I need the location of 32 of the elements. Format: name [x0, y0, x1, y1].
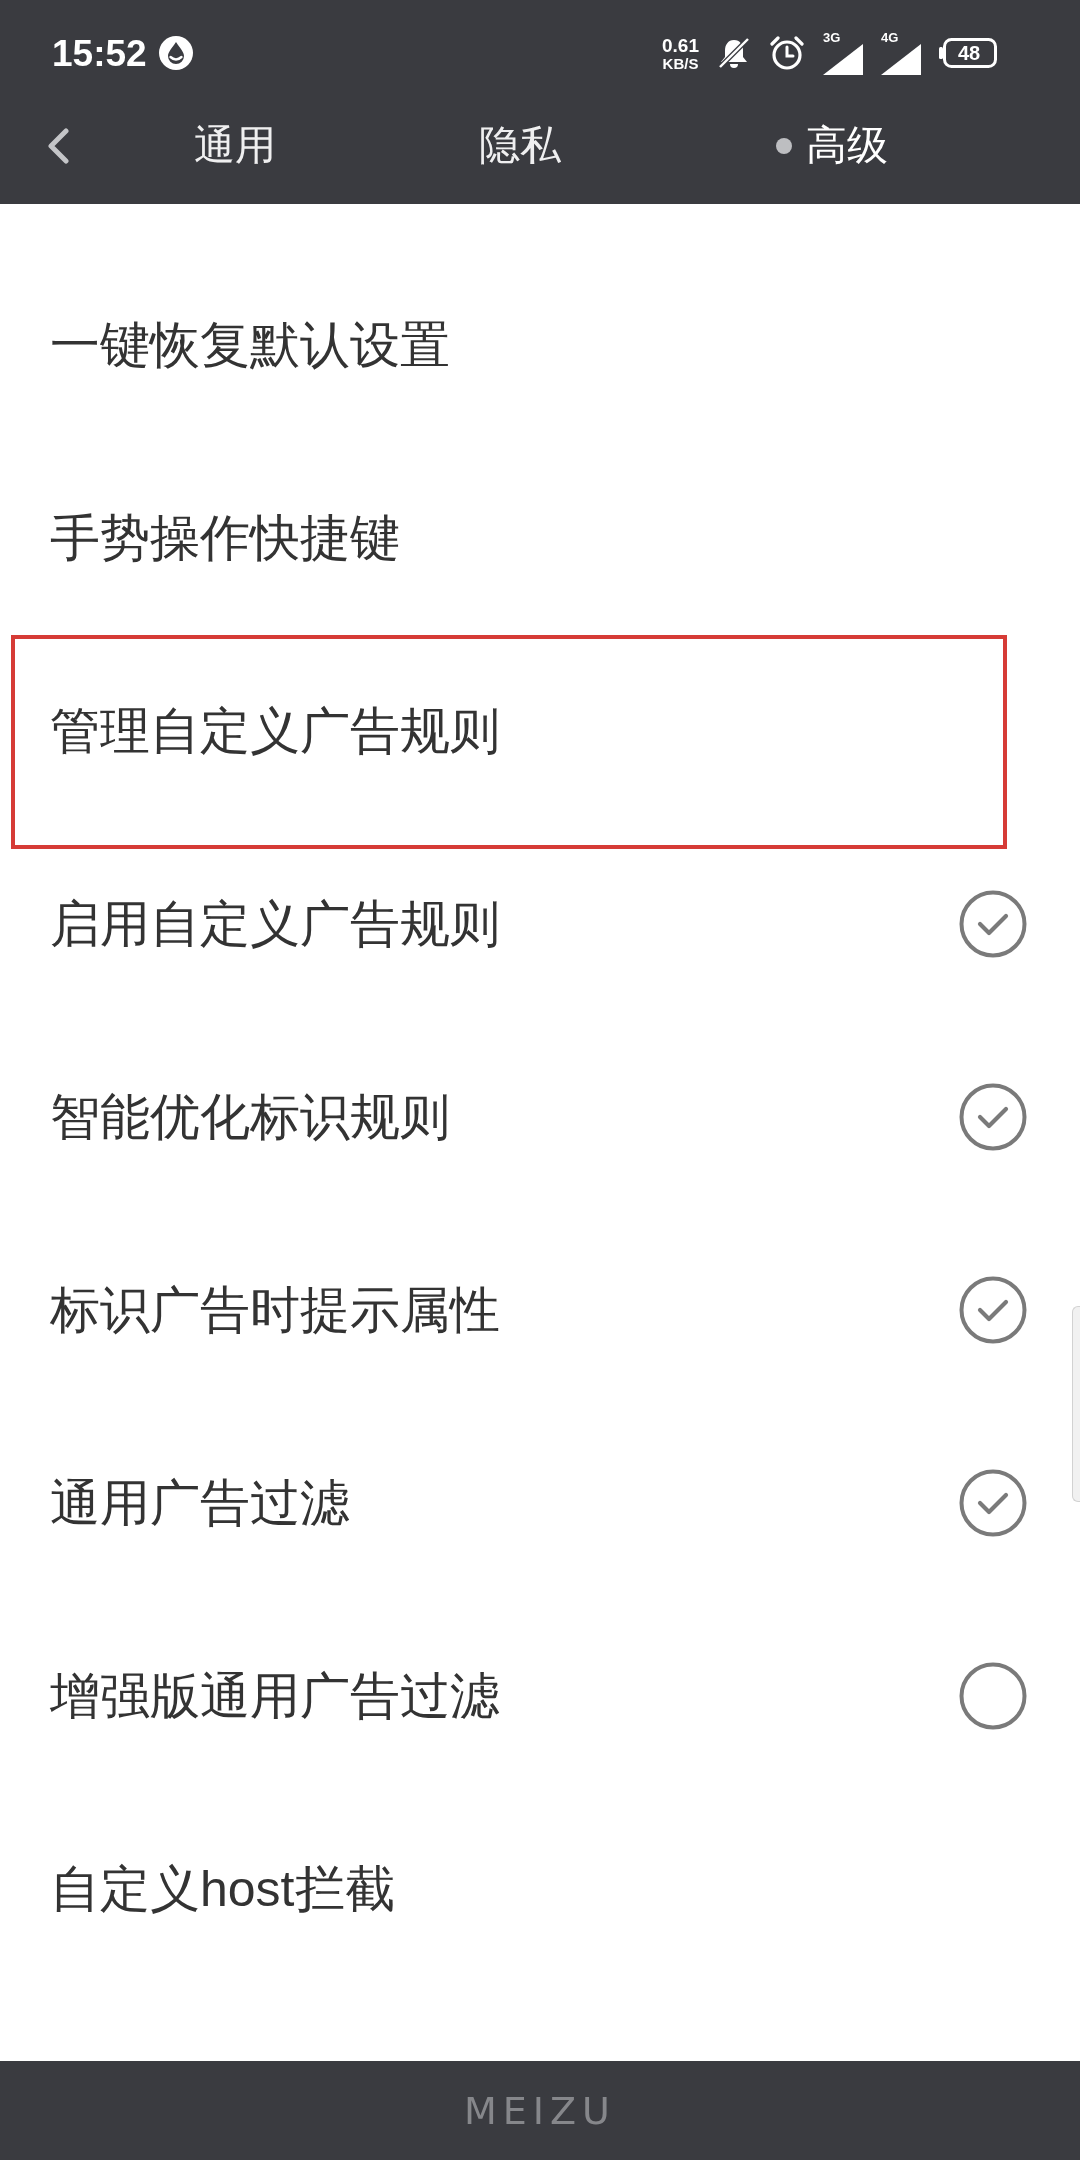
selected-dot-icon	[776, 138, 792, 154]
battery-percentage: 48	[958, 42, 981, 64]
checked-circle-icon[interactable]	[959, 1275, 1027, 1344]
tab[interactable]: 通用	[194, 121, 276, 171]
network-type-label: 4G	[881, 31, 899, 44]
setting-label[interactable]: 智能优化标识规则	[50, 1086, 450, 1147]
signal-icon	[823, 44, 863, 75]
chevron-left-icon	[46, 128, 70, 164]
alarm-clock-icon	[769, 36, 805, 70]
checked-circle-icon[interactable]	[959, 1468, 1027, 1537]
setting-label[interactable]: 启用自定义广告规则	[50, 893, 500, 954]
setting-label[interactable]: 一键恢复默认设置	[50, 314, 450, 375]
brand-logo-text: MEIZU	[464, 2091, 616, 2130]
droplet-icon	[158, 36, 193, 70]
network-speed-value: 0.61	[662, 35, 699, 55]
checked-circle-icon[interactable]	[959, 889, 1027, 958]
network-speed-unit: KB/S	[662, 55, 699, 71]
setting-label[interactable]: 增强版通用广告过滤	[50, 1665, 500, 1726]
tab[interactable]: 隐私	[479, 121, 561, 171]
tab[interactable]: 高级	[776, 121, 888, 171]
setting-label[interactable]: 手势操作快捷键	[50, 507, 400, 568]
network-type-label: 3G	[823, 31, 841, 44]
signal-icon	[881, 44, 921, 75]
muted-bell-icon	[717, 37, 751, 69]
empty-circle-icon[interactable]	[959, 1661, 1027, 1730]
setting-label[interactable]: 通用广告过滤	[50, 1472, 350, 1533]
setting-label[interactable]: 自定义host拦截	[50, 1858, 395, 1919]
checked-circle-icon[interactable]	[959, 1082, 1027, 1151]
setting-label[interactable]: 标识广告时提示属性	[50, 1279, 500, 1340]
status-time: 15:52	[52, 34, 147, 72]
battery-icon	[939, 38, 997, 68]
setting-label[interactable]: 管理自定义广告规则	[50, 700, 500, 761]
